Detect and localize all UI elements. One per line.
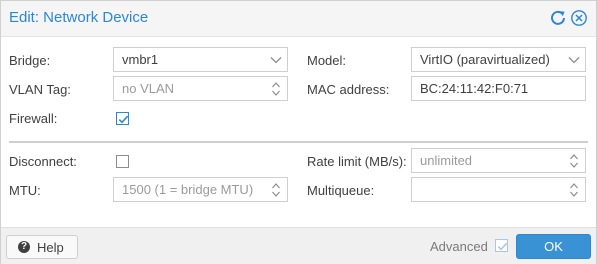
dialog-title: Edit: Network Device <box>9 9 149 26</box>
disconnect-label: Disconnect: <box>9 154 77 169</box>
advanced-checkbox[interactable] <box>495 239 508 252</box>
bridge-label: Bridge: <box>9 53 51 68</box>
vlan-tag-label: VLAN Tag: <box>9 82 71 97</box>
help-button[interactable]: ? Help <box>6 235 78 259</box>
close-icon[interactable] <box>570 9 588 27</box>
model-label: Model: <box>307 53 347 68</box>
network-device-dialog: Edit: Network Device Bridge: vmbr1 VLAN … <box>0 0 597 264</box>
disconnect-checkbox[interactable] <box>116 155 129 168</box>
reset-icon[interactable] <box>549 9 567 27</box>
mtu-spinner[interactable]: 1500 (1 = bridge MTU) <box>113 177 288 202</box>
multiqueue-label: Multiqueue: <box>307 183 375 198</box>
multiqueue-spinner[interactable] <box>411 177 586 202</box>
rate-limit-spinner[interactable]: unlimited <box>411 148 586 173</box>
ok-button[interactable]: OK <box>516 234 591 259</box>
spinner-arrows-icon[interactable] <box>563 178 585 201</box>
bridge-select[interactable]: vmbr1 <box>113 47 288 72</box>
checkmark-icon <box>118 115 129 124</box>
rate-limit-placeholder: unlimited <box>420 153 473 168</box>
question-circle-icon: ? <box>18 241 30 253</box>
mtu-placeholder: 1500 (1 = bridge MTU) <box>122 182 254 197</box>
firewall-label: Firewall: <box>9 111 58 126</box>
bridge-value: vmbr1 <box>122 52 159 67</box>
firewall-checkbox[interactable] <box>116 112 129 125</box>
spinner-arrows-icon[interactable] <box>265 178 287 201</box>
checkmark-icon <box>497 242 508 251</box>
mtu-label: MTU: <box>9 183 41 198</box>
dialog-footer: ? Help Advanced OK <box>1 227 596 264</box>
spinner-arrows-icon[interactable] <box>265 77 287 100</box>
model-value: VirtIO (paravirtualized) <box>420 52 550 67</box>
chevron-down-icon[interactable] <box>265 48 287 71</box>
chevron-down-icon[interactable] <box>563 48 585 71</box>
mac-address-value: BC:24:11:42:F0:71 <box>420 81 529 96</box>
advanced-label: Advanced <box>430 239 488 254</box>
model-select[interactable]: VirtIO (paravirtualized) <box>411 47 586 72</box>
help-label: Help <box>37 240 64 255</box>
mac-address-label: MAC address: <box>307 82 390 97</box>
vlan-tag-spinner[interactable]: no VLAN <box>113 76 288 101</box>
rate-limit-label: Rate limit (MB/s): <box>307 154 407 169</box>
vlan-tag-placeholder: no VLAN <box>122 81 175 96</box>
mac-address-field[interactable]: BC:24:11:42:F0:71 <box>411 76 586 101</box>
section-divider <box>9 141 588 143</box>
spinner-arrows-icon[interactable] <box>563 149 585 172</box>
dialog-titlebar: Edit: Network Device <box>1 1 596 37</box>
